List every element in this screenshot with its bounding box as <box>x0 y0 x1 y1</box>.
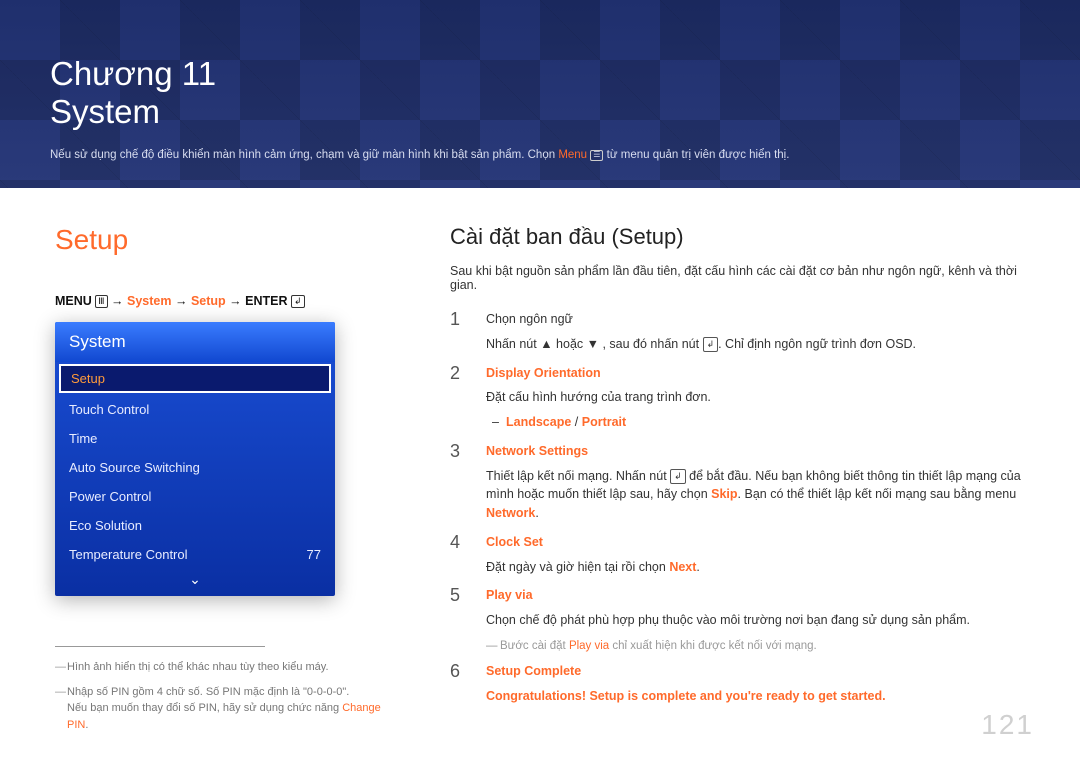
osd-item-setup[interactable]: Setup <box>59 364 331 393</box>
menu-icon: ☰ <box>590 150 603 161</box>
osd-item-touch-control[interactable]: Touch Control <box>55 395 335 424</box>
step-5-note: Bước cài đặt Play via chỉ xuất hiện khi … <box>486 640 1030 652</box>
step-3: 3 Network Settings Thiết lập kết nối mạn… <box>450 442 1030 523</box>
step-6: 6 Setup Complete Congratulations! Setup … <box>450 662 1030 706</box>
osd-item-time[interactable]: Time <box>55 424 335 453</box>
right-heading: Cài đặt ban đầu (Setup) <box>450 224 1030 250</box>
page-number: 121 <box>981 709 1034 741</box>
step-4: 4 Clock Set Đặt ngày và giờ hiện tại rồi… <box>450 533 1030 577</box>
setup-steps: 1 Chọn ngôn ngữ Nhấn nút ▲ hoặc ▼ , sau … <box>450 310 1030 705</box>
osd-item-auto-source[interactable]: Auto Source Switching <box>55 453 335 482</box>
chapter-label: Chương 11 <box>50 55 216 92</box>
menu-icon: Ⅲ <box>95 295 107 308</box>
osd-item-value: 77 <box>307 547 321 562</box>
enter-icon: ↲ <box>670 469 686 485</box>
osd-item-temperature[interactable]: Temperature Control 77 <box>55 540 335 569</box>
enter-icon: ↲ <box>291 295 305 308</box>
breadcrumb: MENU Ⅲ → System → Setup → ENTER ↲ <box>55 294 395 308</box>
osd-more-chevron[interactable]: ⌄ <box>55 569 335 596</box>
hero-banner: Chương 11 System Nếu sử dụng chế độ điều… <box>0 0 1080 188</box>
osd-menu: System Setup Touch Control Time Auto Sou… <box>55 322 335 596</box>
footnote-1: Hình ảnh hiển thị có thể khác nhau tùy t… <box>55 659 395 676</box>
osd-item-eco-solution[interactable]: Eco Solution <box>55 511 335 540</box>
hero-note: Nếu sử dụng chế độ điều khiển màn hình c… <box>50 149 1030 161</box>
enter-icon: ↲ <box>703 337 719 353</box>
hero-title: Chương 11 System <box>50 55 1030 131</box>
step-1: 1 Chọn ngôn ngữ Nhấn nút ▲ hoặc ▼ , sau … <box>450 310 1030 354</box>
step-2: 2 Display Orientation Đặt cấu hình hướng… <box>450 364 1030 432</box>
step-5: 5 Play via Chọn chế độ phát phù hợp phụ … <box>450 586 1030 630</box>
section-heading-setup: Setup <box>55 224 395 256</box>
right-intro: Sau khi bật nguồn sản phẩm lần đầu tiên,… <box>450 264 1030 292</box>
osd-header: System <box>55 322 335 362</box>
chapter-title: System <box>50 93 160 130</box>
footnote-2: Nhập số PIN gồm 4 chữ số. Số PIN mặc địn… <box>55 684 395 734</box>
menu-highlight: Menu <box>558 149 587 161</box>
footnote-divider <box>55 646 265 647</box>
osd-item-power-control[interactable]: Power Control <box>55 482 335 511</box>
